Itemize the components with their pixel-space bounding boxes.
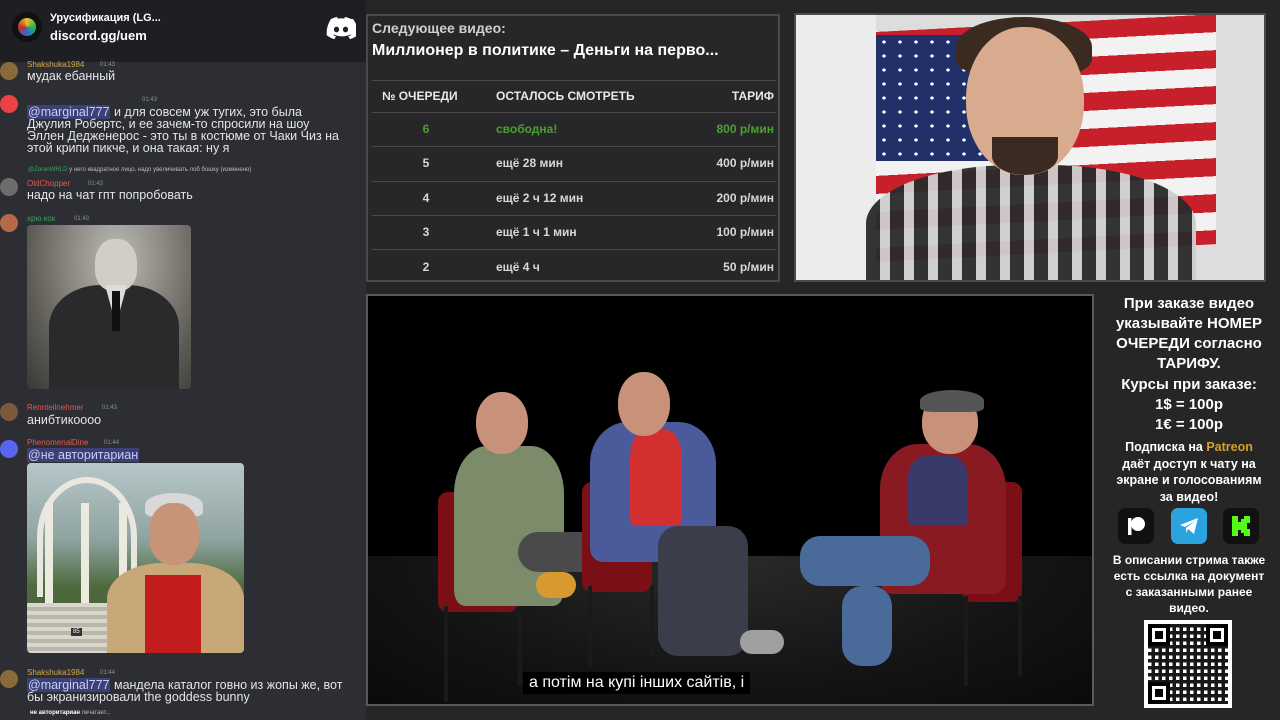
discord-avatar-icon[interactable] [0, 95, 18, 113]
queue-number: 4 [422, 191, 430, 205]
document-line: В описании стрима также [1112, 553, 1266, 567]
divider [372, 249, 776, 250]
avatar[interactable] [0, 214, 18, 232]
video-subtitle: а потім на купі інших сайтів, і [523, 672, 751, 694]
divider [372, 146, 776, 147]
server-icon [12, 12, 42, 42]
rate-usd: 1$ = 100р [1155, 396, 1223, 413]
patreon-icon[interactable] [1118, 508, 1154, 544]
server-name: Урусификация (LG... [50, 12, 161, 24]
document-line: есть ссылка на документ [1113, 569, 1265, 583]
queue-number: 2 [422, 260, 430, 274]
divider [372, 181, 776, 182]
next-video-title: Миллионер в политике – Деньги на перво..… [372, 42, 719, 59]
reply-text: у него квадратное лицо, надо увеличивать… [69, 167, 219, 173]
order-line: указывайте НОМЕР [1115, 315, 1263, 332]
ordering-info-panel: При заказе видео указывайте НОМЕР ОЧЕРЕД… [1098, 292, 1280, 720]
typing-text: печатает... [81, 710, 111, 716]
queue-remaining: свободна! [496, 122, 558, 136]
image-watermark: 85 [71, 628, 82, 636]
stream-overlay: Урусификация (LG... discord.gg/uem Shaks… [0, 0, 1280, 720]
divider [372, 112, 776, 113]
message-text: @не авторитариан [27, 448, 140, 462]
streamer-body [866, 165, 1196, 280]
queue-rate: 800 р/мин [716, 122, 774, 136]
patreon-link[interactable]: Patreon [1206, 440, 1253, 454]
document-line: видео. [1169, 601, 1209, 615]
reply-username: @ZoranWRLD [28, 167, 68, 173]
webcam-feed [794, 13, 1266, 282]
queue-number: 5 [422, 156, 430, 170]
timestamp: 01:43 [100, 62, 116, 68]
avatar[interactable] [0, 403, 18, 421]
timestamp: 01:44 [104, 440, 120, 446]
subscription-line: экране и голосованиям [1116, 473, 1262, 487]
divider [372, 80, 776, 81]
timestamp: 01:43 [142, 97, 158, 103]
avatar[interactable] [0, 178, 18, 196]
message-line: этой крипи пикче, и она такая: ну я [27, 141, 230, 155]
queue-number: 3 [422, 225, 430, 239]
timestamp: 01:44 [100, 670, 116, 676]
discord-chat-panel: Урусификация (LG... discord.gg/uem Shaks… [0, 0, 366, 720]
timestamp: 01:43 [88, 181, 104, 187]
next-video-queue-panel: Следующее видео: Миллионер в политике – … [366, 14, 780, 282]
message-line: бы экранизировали the goddess bunny [27, 690, 250, 704]
qr-code[interactable] [1144, 620, 1232, 708]
video-player[interactable]: а потім на купі інших сайтів, і [366, 294, 1094, 706]
order-line: ОЧЕРЕДИ согласно [1116, 335, 1262, 352]
queue-number: 6 [422, 122, 430, 136]
timestamp: 01:43 [102, 405, 118, 411]
telegram-icon[interactable] [1171, 508, 1207, 544]
username[interactable]: OldChopper [27, 179, 70, 188]
column-header-queue-number: № ОЧЕРЕДИ [382, 89, 458, 103]
subscription-info: Подписка на Patreon даёт доступ к чату н… [1098, 439, 1280, 505]
typing-indicator: не авторитариан печатает... [30, 710, 111, 716]
subscription-line: за видео! [1159, 489, 1219, 504]
timestamp: 01:43 [74, 216, 90, 222]
username[interactable]: Shakshuka1984 [27, 60, 84, 69]
message-text: анибтикоооо [27, 413, 102, 427]
message-text: мудак ебанный [27, 69, 116, 83]
column-header-rate: ТАРИФ [731, 89, 774, 103]
queue-remaining: ещё 2 ч 12 мин [496, 191, 584, 205]
queue-remaining: ещё 28 мин [496, 156, 563, 170]
reply-edited: (изменено) [220, 167, 252, 173]
exchange-rates-title: Курсы при заказе: [1121, 376, 1257, 393]
rate-eur: 1€ = 100р [1155, 416, 1223, 433]
discord-widget-header: Урусификация (LG... discord.gg/uem [0, 0, 366, 62]
divider [372, 215, 776, 216]
column-header-remaining: ОСТАЛОСЬ СМОТРЕТЬ [496, 89, 635, 103]
attached-image[interactable]: 85 [27, 463, 244, 653]
order-line: ТАРИФУ. [1157, 355, 1221, 372]
queue-rate: 50 р/мин [723, 260, 774, 274]
discord-avatar-icon[interactable] [0, 440, 18, 458]
discord-logo-icon[interactable] [326, 16, 356, 40]
queue-remaining: ещё 4 ч [496, 260, 540, 274]
username[interactable]: Shakshuka1984 [27, 668, 84, 677]
reply-preview[interactable]: @ZoranWRLD у него квадратное лицо, надо … [28, 167, 251, 173]
user-mention[interactable]: @не авторитариан [27, 448, 140, 462]
avatar[interactable] [0, 670, 18, 688]
order-instructions: При заказе видео указывайте НОМЕР ОЧЕРЕД… [1098, 294, 1280, 374]
order-line: При заказе видео [1123, 295, 1255, 312]
attached-image[interactable] [27, 225, 191, 389]
queue-remaining: ещё 1 ч 1 мин [496, 225, 577, 239]
username[interactable]: хрю кок [27, 214, 55, 223]
document-info: В описании стрима также есть ссылка на д… [1098, 552, 1280, 616]
queue-rate: 100 р/мин [716, 225, 774, 239]
document-line: с заказанными ранее [1125, 585, 1253, 599]
server-invite-link[interactable]: discord.gg/uem [50, 28, 147, 43]
message-text: надо на чат гпт попробовать [27, 188, 193, 202]
queue-rate: 400 р/мин [716, 156, 774, 170]
subscription-line: даёт доступ к чату на [1122, 456, 1256, 471]
avatar[interactable] [0, 62, 18, 80]
queue-rate: 200 р/мин [716, 191, 774, 205]
typing-user: не авторитариан [30, 710, 81, 716]
username[interactable]: PhenomenalDine [27, 438, 88, 447]
kick-icon[interactable] [1223, 508, 1259, 544]
next-video-label: Следующее видео: [372, 20, 506, 36]
subscription-line: Подписка на Patreon [1125, 440, 1253, 454]
username[interactable]: Rennteilnehmer [27, 403, 83, 412]
